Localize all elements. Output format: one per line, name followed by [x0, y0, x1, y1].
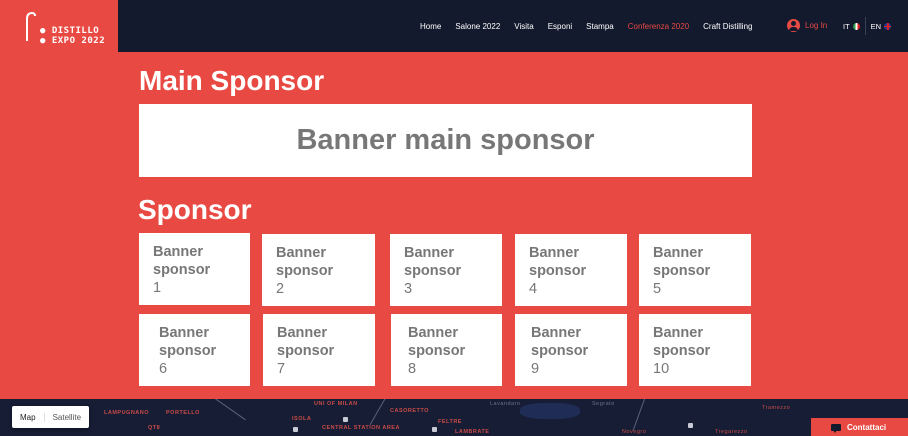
map-poi-icon — [343, 417, 348, 422]
logo[interactable]: ● DISTILLO ● EXPO 2022 — [0, 0, 118, 52]
map-label: QT8 — [148, 425, 161, 431]
logo-still-icon — [26, 11, 36, 41]
map-label: Tregarezzo — [715, 429, 748, 435]
sponsor-banner-3[interactable]: Banner sponsor 3 — [390, 234, 502, 306]
sponsor-banner-name: Banner sponsor — [404, 245, 462, 279]
satellite-button[interactable]: Satellite — [43, 412, 89, 422]
main-nav: Home Salone 2022 Visita Esponi Stampa Co… — [420, 0, 766, 52]
uk-flag-icon — [884, 22, 892, 30]
logo-bullet-icon: ● — [40, 36, 46, 46]
sponsor-banner-1[interactable]: Banner sponsor 1 — [139, 233, 250, 305]
contact-button[interactable]: Contattaci — [811, 418, 908, 436]
map-label: Segrate — [592, 401, 615, 407]
sponsor-banner-number: 1 — [153, 280, 162, 296]
sponsor-banner-name: Banner sponsor — [276, 245, 334, 279]
nav-item-craft-distilling[interactable]: Craft Distilling — [703, 22, 752, 31]
language-it-label: IT — [843, 21, 850, 31]
sponsor-banner-5[interactable]: Banner sponsor 5 — [639, 234, 751, 306]
user-icon — [787, 19, 800, 32]
sponsor-banner-name: Banner sponsor — [153, 244, 211, 278]
map-type-toggle: Map Satellite — [12, 406, 90, 428]
sponsor-banner-number: 8 — [408, 361, 417, 377]
sponsor-banner-number: 9 — [531, 361, 540, 377]
sponsor-banner-2[interactable]: Banner sponsor 2 — [262, 234, 375, 306]
sponsor-banner-number: 7 — [277, 361, 286, 377]
map-label: Tramezzo — [762, 405, 791, 411]
sponsor-banner-number: 2 — [276, 281, 285, 297]
sponsor-banner-4[interactable]: Banner sponsor 4 — [515, 234, 627, 306]
sponsor-banner-6[interactable]: Banner sponsor 6 — [139, 314, 250, 386]
brand-line2: EXPO 2022 — [51, 36, 106, 46]
map-poi-icon — [293, 427, 298, 432]
nav-item-salone-2022[interactable]: Salone 2022 — [455, 22, 500, 31]
sponsor-banner-number: 10 — [653, 361, 670, 377]
map-label: PORTELLO — [166, 410, 200, 416]
nav-item-visita[interactable]: Visita — [514, 22, 533, 31]
language-switcher: IT EN — [838, 17, 896, 35]
sponsor-banner-10[interactable]: Banner sponsor 10 — [639, 314, 751, 386]
map-label: CENTRAL STATION AREA — [322, 425, 400, 431]
map-label: CASORETTO — [390, 408, 429, 414]
chat-icon — [831, 423, 841, 433]
top-navigation-bar: ● DISTILLO ● EXPO 2022 Home Salone 2022 … — [0, 0, 908, 52]
language-en-button[interactable]: EN — [864, 17, 896, 35]
sponsor-banner-7[interactable]: Banner sponsor 7 — [263, 314, 375, 386]
sponsor-heading: Sponsor — [138, 194, 252, 225]
sponsor-banner-number: 3 — [404, 281, 413, 297]
brand-line1: DISTILLO — [51, 26, 100, 36]
sponsor-banner-name: Banner sponsor — [277, 325, 335, 359]
map-label: UNI OF MILAN — [314, 401, 358, 407]
sponsor-banner-9[interactable]: Banner sponsor 9 — [515, 314, 627, 386]
main-sponsor-heading: Main Sponsor — [139, 65, 325, 96]
map-road — [632, 399, 648, 431]
login-link[interactable]: Log In — [787, 19, 827, 32]
map-water — [520, 403, 580, 419]
sponsor-banner-number: 6 — [159, 361, 168, 377]
italy-flag-icon — [852, 22, 860, 30]
sponsor-banner-name: Banner sponsor — [531, 325, 589, 359]
logo-text: ● DISTILLO ● EXPO 2022 — [40, 26, 105, 46]
map-label: Novegro — [622, 429, 647, 435]
map-label: LAMBRATE — [455, 429, 490, 435]
map-button[interactable]: Map — [12, 413, 44, 422]
language-it-button[interactable]: IT — [838, 17, 865, 35]
map-poi-icon — [688, 423, 693, 428]
nav-item-home[interactable]: Home — [420, 22, 441, 31]
sponsor-banner-number: 5 — [653, 281, 662, 297]
logo-bullet-icon: ● — [40, 26, 46, 36]
sponsor-banner-name: Banner sponsor — [408, 325, 466, 359]
sponsor-banner-name: Banner sponsor — [653, 245, 711, 279]
main-sponsor-banner[interactable]: Banner main sponsor — [139, 104, 752, 177]
map-label: LAMPUGNANO — [104, 410, 150, 416]
map-poi-icon — [432, 427, 437, 432]
language-en-label: EN — [870, 21, 882, 31]
map-embed[interactable]: LAMPUGNANO PORTELLO QT8 ISOLA UNI OF MIL… — [0, 399, 908, 436]
map-road — [204, 399, 246, 421]
sponsor-banner-number: 4 — [529, 281, 538, 297]
nav-item-stampa[interactable]: Stampa — [586, 22, 614, 31]
sponsor-banner-name: Banner sponsor — [653, 325, 711, 359]
main-banner-text: Banner main sponsor — [296, 124, 595, 156]
contact-label: Contattaci — [847, 422, 887, 432]
login-label: Log In — [805, 21, 828, 30]
map-label: ISOLA — [292, 416, 312, 422]
map-road — [369, 399, 391, 426]
sponsor-banner-8[interactable]: Banner sponsor 8 — [391, 314, 502, 386]
map-label: Lavandaro — [490, 401, 521, 407]
nav-item-esponi[interactable]: Esponi — [548, 22, 572, 31]
sponsor-banner-name: Banner sponsor — [529, 245, 587, 279]
map-label: FELTRE — [438, 419, 462, 425]
nav-item-conferenza-2020[interactable]: Conferenza 2020 — [628, 22, 689, 31]
sponsor-banner-name: Banner sponsor — [159, 325, 217, 359]
